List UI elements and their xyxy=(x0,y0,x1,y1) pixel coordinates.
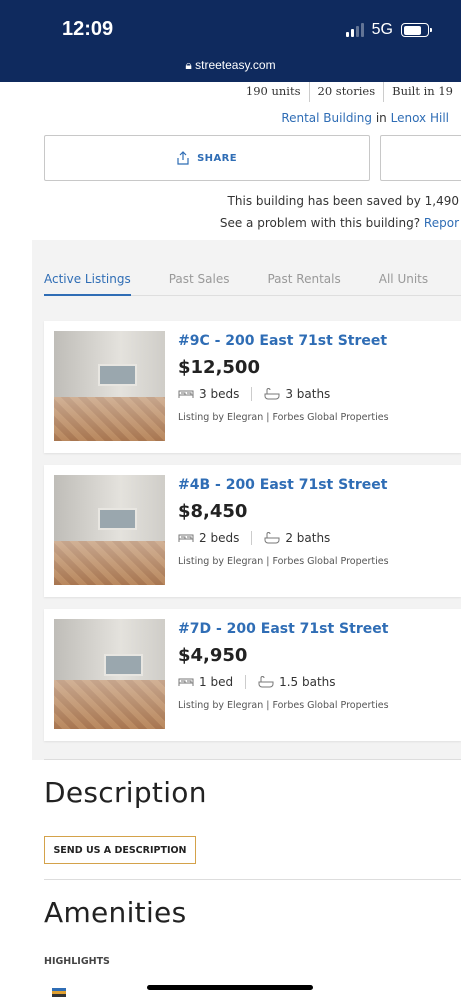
report-problem: See a problem with this building? Repor xyxy=(220,216,459,230)
listing-beds: 3 beds xyxy=(199,387,240,401)
save-button[interactable] xyxy=(380,135,461,181)
listing-beds: 2 beds xyxy=(199,531,240,545)
listing-baths: 2 baths xyxy=(285,531,331,545)
listing-card[interactable]: #4B - 200 East 71st Street $8,450 2 beds… xyxy=(44,465,461,597)
listing-card[interactable]: #7D - 200 East 71st Street $4,950 1 bed … xyxy=(44,609,461,741)
neighborhood-link[interactable]: Lenox Hill xyxy=(391,111,449,125)
listing-price: $4,950 xyxy=(178,645,248,666)
highlight-icon xyxy=(52,988,66,998)
bed-icon xyxy=(178,390,194,398)
tab-all-units[interactable]: All Units xyxy=(379,272,428,296)
signal-icon xyxy=(345,23,364,37)
tab-active-listings[interactable]: Active Listings xyxy=(44,272,131,296)
listing-specs: 3 beds 3 baths xyxy=(178,387,330,401)
listing-specs: 2 beds 2 baths xyxy=(178,531,330,545)
listing-specs: 1 bed 1.5 baths xyxy=(178,675,336,689)
saved-count: This building has been saved by 1,490 xyxy=(227,194,459,208)
listing-tabs: Active Listings Past Sales Past Rentals … xyxy=(44,272,461,296)
listing-address[interactable]: #7D - 200 East 71st Street xyxy=(178,621,388,637)
divider xyxy=(44,879,461,880)
bath-icon xyxy=(264,388,280,400)
fact-built: Built in 19 xyxy=(383,82,461,102)
lock-icon: 🔒︎ xyxy=(185,58,192,72)
bath-icon xyxy=(258,676,274,688)
listing-address[interactable]: #9C - 200 East 71st Street xyxy=(178,333,387,349)
listing-price: $12,500 xyxy=(178,357,260,378)
report-problem-link[interactable]: Repor xyxy=(424,216,459,230)
building-type-in: in xyxy=(375,111,387,125)
listing-photo[interactable] xyxy=(54,331,165,441)
battery-icon xyxy=(401,23,432,37)
share-icon xyxy=(177,151,189,165)
listing-price: $8,450 xyxy=(178,501,248,522)
listing-baths: 1.5 baths xyxy=(279,675,336,689)
status-bar: 12:09 5G 🔒︎ streeteasy.com xyxy=(0,0,461,82)
listing-photo[interactable] xyxy=(54,619,165,729)
share-button[interactable]: SHARE xyxy=(44,135,370,181)
listing-broker: Listing by Elegran | Forbes Global Prope… xyxy=(178,412,389,423)
status-time: 12:09 xyxy=(62,18,114,40)
home-indicator[interactable] xyxy=(147,985,313,990)
status-indicators: 5G xyxy=(345,21,432,39)
divider xyxy=(44,759,461,760)
listing-beds: 1 bed xyxy=(199,675,234,689)
network-label: 5G xyxy=(371,21,393,38)
share-label: SHARE xyxy=(197,152,237,164)
description-heading: Description xyxy=(44,776,207,809)
bed-icon xyxy=(178,678,194,686)
url-text: streeteasy.com xyxy=(195,58,276,72)
address-bar[interactable]: 🔒︎ streeteasy.com xyxy=(0,58,461,73)
fact-units: 190 units xyxy=(245,84,301,98)
listing-broker: Listing by Elegran | Forbes Global Prope… xyxy=(178,556,389,567)
amenities-heading: Amenities xyxy=(44,896,187,929)
listing-photo[interactable] xyxy=(54,475,165,585)
listing-card[interactable]: #9C - 200 East 71st Street $12,500 3 bed… xyxy=(44,321,461,453)
listings-section: Active Listings Past Sales Past Rentals … xyxy=(32,240,461,760)
building-type-link[interactable]: Rental Building xyxy=(281,111,372,125)
listing-baths: 3 baths xyxy=(285,387,331,401)
listing-address[interactable]: #4B - 200 East 71st Street xyxy=(178,477,387,493)
bed-icon xyxy=(178,534,194,542)
listing-broker: Listing by Elegran | Forbes Global Prope… xyxy=(178,700,389,711)
report-problem-text: See a problem with this building? xyxy=(219,216,421,230)
building-type: Rental Building in Lenox Hill xyxy=(281,111,449,125)
fact-stories: 20 stories xyxy=(308,82,384,102)
bath-icon xyxy=(264,532,280,544)
building-facts: 190 units 20 stories Built in 19 xyxy=(238,82,461,102)
tab-past-rentals[interactable]: Past Rentals xyxy=(267,272,340,296)
highlights-label: HIGHLIGHTS xyxy=(44,956,110,967)
tab-past-sales[interactable]: Past Sales xyxy=(169,272,230,296)
send-description-button[interactable]: SEND US A DESCRIPTION xyxy=(44,836,196,864)
